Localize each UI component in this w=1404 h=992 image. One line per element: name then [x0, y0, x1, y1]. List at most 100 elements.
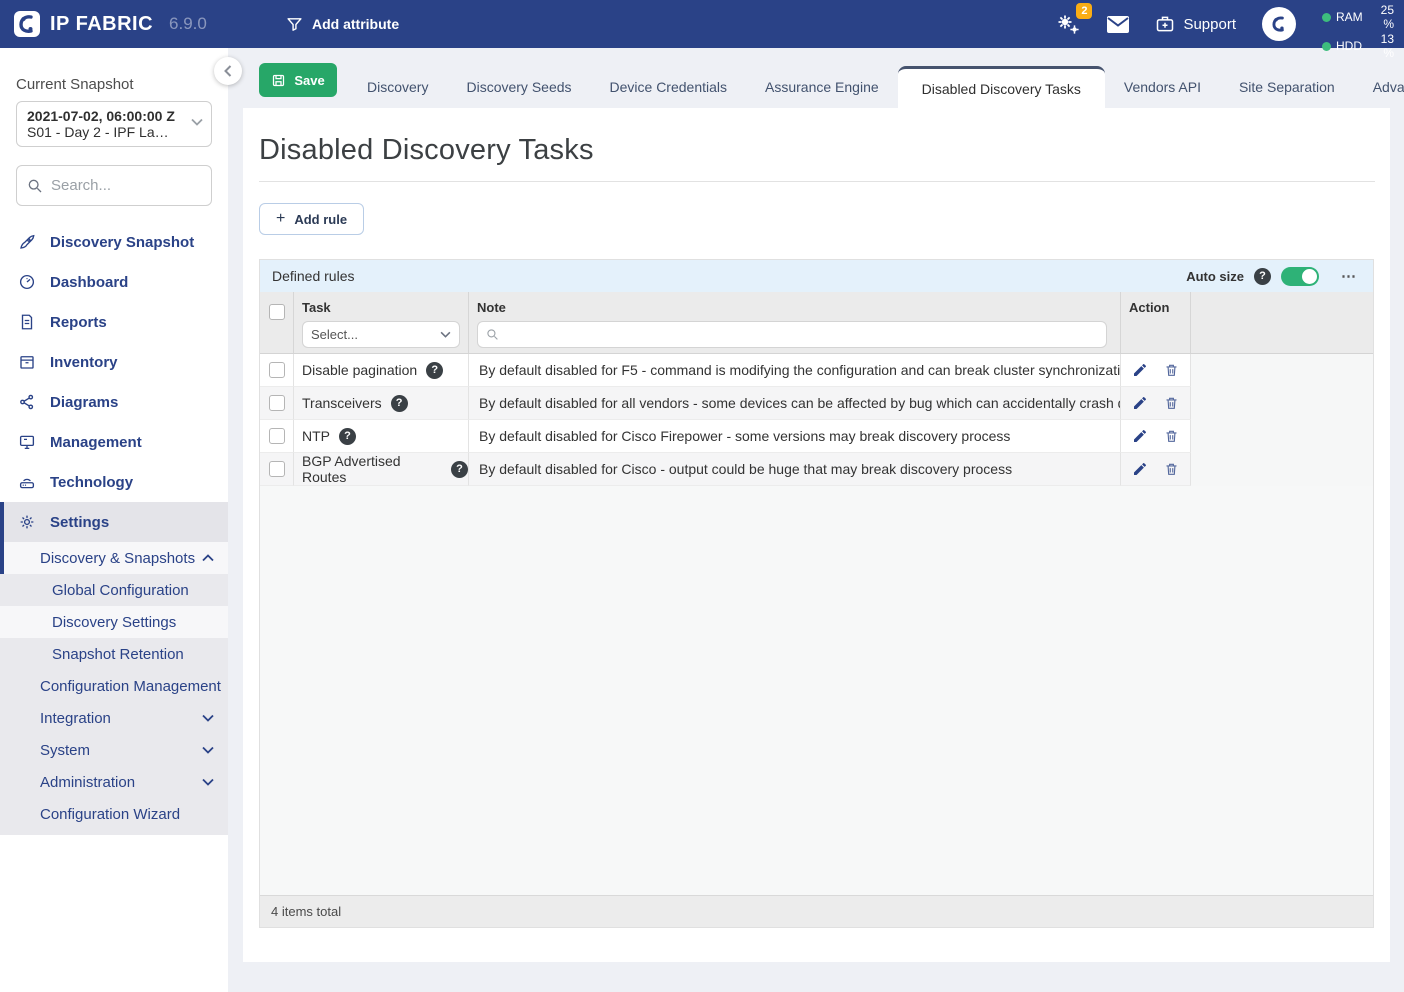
sidebar-item-reports[interactable]: Reports [0, 302, 228, 342]
submenu-discovery-and-snapshots[interactable]: Discovery & Snapshots [0, 542, 228, 574]
note-text: By default disabled for F5 - command is … [469, 354, 1121, 387]
note-text: By default disabled for all vendors - so… [469, 387, 1121, 420]
tab-discovery[interactable]: Discovery [348, 66, 447, 108]
tab-vendors-api[interactable]: Vendors API [1105, 66, 1220, 108]
sidebar-item-discovery-snapshot[interactable]: Discovery Snapshot [0, 222, 228, 262]
messages-button[interactable] [1107, 16, 1129, 33]
delete-icon[interactable] [1164, 428, 1179, 444]
note-column-label: Note [477, 300, 1120, 315]
row-checkbox[interactable] [269, 428, 285, 444]
submenu-discovery-settings[interactable]: Discovery Settings [0, 606, 228, 638]
system-settings-button[interactable]: 2 [1055, 12, 1081, 36]
submenu-global-configuration[interactable]: Global Configuration [0, 574, 228, 606]
help-icon[interactable]: ? [391, 395, 408, 412]
edit-icon[interactable] [1132, 395, 1148, 411]
sidebar-item-label: Settings [50, 514, 109, 531]
monitor-icon [18, 433, 36, 451]
tab-discovery-seeds[interactable]: Discovery Seeds [447, 66, 590, 108]
submenu-integration[interactable]: Integration [0, 702, 228, 734]
search-input[interactable] [51, 177, 191, 194]
select-all-checkbox[interactable] [269, 304, 285, 320]
sidebar-item-label: Technology [50, 474, 133, 491]
cpu-stat: CPU 2 % [1322, 0, 1394, 2]
support-label: Support [1183, 16, 1236, 33]
content-panel: Disabled Discovery Tasks + Add rule Defi… [243, 108, 1390, 962]
note-filter-box[interactable] [477, 321, 1107, 348]
submenu-configuration-management[interactable]: Configuration Management [0, 670, 228, 702]
row-checkbox[interactable] [269, 461, 285, 477]
sidebar-item-settings[interactable]: Settings [0, 502, 228, 542]
tab-site-separation[interactable]: Site Separation [1220, 66, 1354, 108]
hdd-value: 13 % [1368, 32, 1394, 60]
defined-rules-card: Defined rules Auto size ? ⋯ Task [259, 259, 1374, 928]
cpu-label: CPU [1336, 0, 1364, 2]
envelope-icon [1107, 16, 1129, 33]
submenu-snapshot-retention[interactable]: Snapshot Retention [0, 638, 228, 670]
plus-icon: + [276, 210, 285, 228]
help-icon[interactable]: ? [426, 362, 443, 379]
chevron-down-icon [202, 778, 214, 786]
search-icon [486, 328, 499, 341]
submenu-administration[interactable]: Administration [0, 766, 228, 798]
submenu-label: Configuration Wizard [40, 806, 180, 823]
note-filter-input[interactable] [505, 327, 1085, 342]
hdd-status-dot [1322, 42, 1331, 51]
chevron-up-icon [202, 554, 214, 562]
sidebar-item-management[interactable]: Management [0, 422, 228, 462]
sidebar-collapse-button[interactable] [214, 57, 242, 85]
ipfabric-logo-icon [14, 11, 40, 37]
edit-icon[interactable] [1132, 362, 1148, 378]
tab-disabled-discovery-tasks[interactable]: Disabled Discovery Tasks [898, 66, 1105, 108]
chevron-down-icon [202, 714, 214, 722]
user-avatar[interactable] [1262, 7, 1296, 41]
floppy-save-icon [271, 73, 286, 88]
edit-icon[interactable] [1132, 461, 1148, 477]
settings-submenu: Discovery & Snapshots Global Configurati… [0, 542, 228, 835]
table-empty-area [260, 486, 1373, 895]
submenu-system[interactable]: System [0, 734, 228, 766]
box-icon [18, 353, 36, 371]
add-rule-button[interactable]: + Add rule [259, 203, 364, 235]
sidebar-search[interactable] [16, 165, 212, 206]
chevron-down-icon [202, 746, 214, 754]
auto-size-toggle[interactable] [1281, 267, 1319, 286]
save-button[interactable]: Save [259, 63, 337, 97]
row-checkbox[interactable] [269, 395, 285, 411]
sidebar-item-dashboard[interactable]: Dashboard [0, 262, 228, 302]
edit-icon[interactable] [1132, 428, 1148, 444]
tab-assurance-engine[interactable]: Assurance Engine [746, 66, 898, 108]
gear-icon [18, 513, 36, 531]
filler-column-header [1191, 292, 1373, 353]
submenu-configuration-wizard[interactable]: Configuration Wizard [0, 798, 228, 830]
filter-funnel-icon [286, 16, 303, 33]
document-icon [18, 313, 36, 331]
note-column-header: Note [469, 292, 1121, 353]
add-attribute-button[interactable]: Add attribute [286, 16, 399, 33]
sidebar-item-label: Discovery Snapshot [50, 234, 194, 251]
support-button[interactable]: Support [1155, 14, 1236, 34]
topbar-right: 2 Support CPU 2 % [1055, 0, 1404, 60]
brand: IP FABRIC 6.9.0 [0, 11, 228, 37]
delete-icon[interactable] [1164, 362, 1179, 378]
sidebar-item-diagrams[interactable]: Diagrams [0, 382, 228, 422]
task-column-header: Task Select... [294, 292, 469, 353]
tab-advanced-cli[interactable]: Advanced CLI [1354, 66, 1404, 108]
delete-icon[interactable] [1164, 395, 1179, 411]
table-menu-button[interactable]: ⋯ [1337, 267, 1361, 285]
delete-icon[interactable] [1164, 461, 1179, 477]
task-filter-select[interactable]: Select... [302, 321, 460, 348]
help-icon[interactable]: ? [339, 428, 356, 445]
snapshot-date: 2021-07-02, 06:00:00 Z [27, 108, 185, 124]
submenu-label: Discovery Settings [52, 614, 176, 631]
help-icon[interactable]: ? [451, 461, 468, 478]
system-stats: CPU 2 % RAM 25 % HDD 13 % [1322, 0, 1394, 60]
app-window: IP FABRIC 6.9.0 Add attribute 2 [0, 0, 1404, 992]
snapshot-select[interactable]: 2021-07-02, 06:00:00 Z S01 - Day 2 - IPF… [16, 101, 212, 147]
sidebar-item-technology[interactable]: Technology [0, 462, 228, 502]
help-icon[interactable]: ? [1254, 268, 1271, 285]
snapshot-name: S01 - Day 2 - IPF La… [27, 124, 185, 140]
row-checkbox[interactable] [269, 362, 285, 378]
tab-device-credentials[interactable]: Device Credentials [591, 66, 747, 108]
task-name: Disable pagination [302, 362, 417, 378]
sidebar-item-inventory[interactable]: Inventory [0, 342, 228, 382]
